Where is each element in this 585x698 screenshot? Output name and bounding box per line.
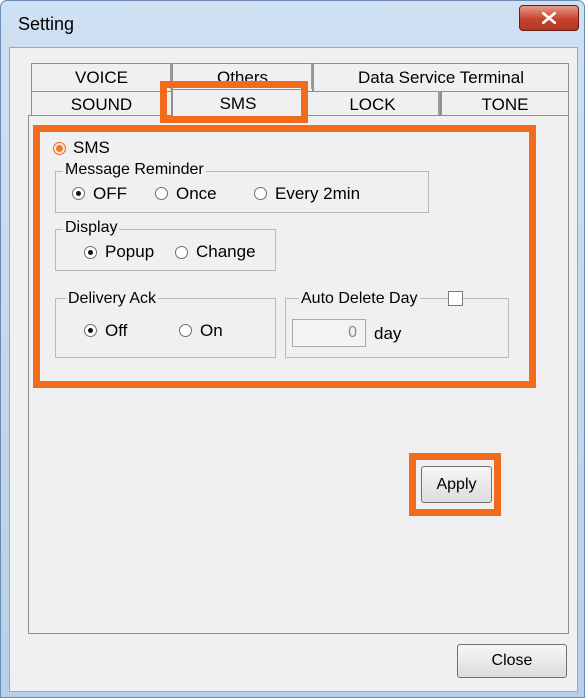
reminder-every2min-label: Every 2min: [275, 184, 361, 203]
reminder-off-label: OFF: [93, 184, 127, 203]
auto-delete-days-field[interactable]: 0: [292, 319, 366, 347]
reminder-off-radio[interactable]: [72, 187, 85, 200]
tab-lock[interactable]: LOCK: [304, 91, 441, 116]
tab-label: TONE: [481, 95, 529, 114]
auto-delete-checkbox[interactable]: [448, 291, 463, 306]
title-bar: Setting: [1, 1, 584, 47]
sms-label: SMS: [73, 138, 110, 157]
reminder-once-radio[interactable]: [155, 187, 168, 200]
tab-label: SMS: [219, 94, 257, 113]
delivery-ack-off-radio[interactable]: [84, 324, 97, 337]
display-change-label: Change: [196, 242, 256, 261]
tab-sms[interactable]: SMS: [172, 89, 304, 117]
tab-label: Others: [216, 68, 269, 87]
tab-divider: [438, 91, 440, 115]
tab-label: VOICE: [75, 68, 128, 87]
display-title: Display: [63, 219, 120, 237]
delivery-ack-on-radio[interactable]: [179, 324, 192, 337]
message-reminder-title: Message Reminder: [63, 161, 206, 179]
window-title: Setting: [18, 14, 75, 34]
tab-divider: [311, 63, 313, 89]
tab-divider: [170, 63, 172, 89]
tab-label: Data Service Terminal: [358, 68, 524, 87]
close-icon: [542, 12, 556, 24]
reminder-every2min-radio[interactable]: [254, 187, 267, 200]
settings-window: Setting VOICE Others Data Service Termin…: [0, 0, 585, 698]
auto-delete-unit-label: day: [374, 324, 402, 343]
close-button[interactable]: Close: [457, 644, 567, 678]
tab-tone[interactable]: TONE: [441, 91, 569, 116]
display-popup-label: Popup: [105, 242, 155, 261]
tab-label: SOUND: [70, 95, 133, 114]
tab-voice[interactable]: VOICE: [31, 63, 172, 91]
tab-others[interactable]: Others: [172, 63, 313, 91]
display-popup-radio[interactable]: [84, 246, 97, 259]
sms-radio[interactable]: [53, 142, 66, 155]
reminder-once-label: Once: [176, 184, 217, 203]
tab-label: LOCK: [349, 95, 396, 114]
tab-sound[interactable]: SOUND: [31, 91, 172, 116]
window-close-button[interactable]: [519, 5, 579, 31]
apply-button[interactable]: Apply: [421, 466, 492, 503]
delivery-ack-on-label: On: [200, 321, 223, 340]
delivery-ack-off-label: Off: [105, 321, 128, 340]
tab-data-service-terminal[interactable]: Data Service Terminal: [313, 63, 569, 91]
display-change-radio[interactable]: [175, 246, 188, 259]
delivery-ack-title: Delivery Ack: [66, 290, 159, 308]
auto-delete-title: Auto Delete Day: [299, 290, 420, 308]
